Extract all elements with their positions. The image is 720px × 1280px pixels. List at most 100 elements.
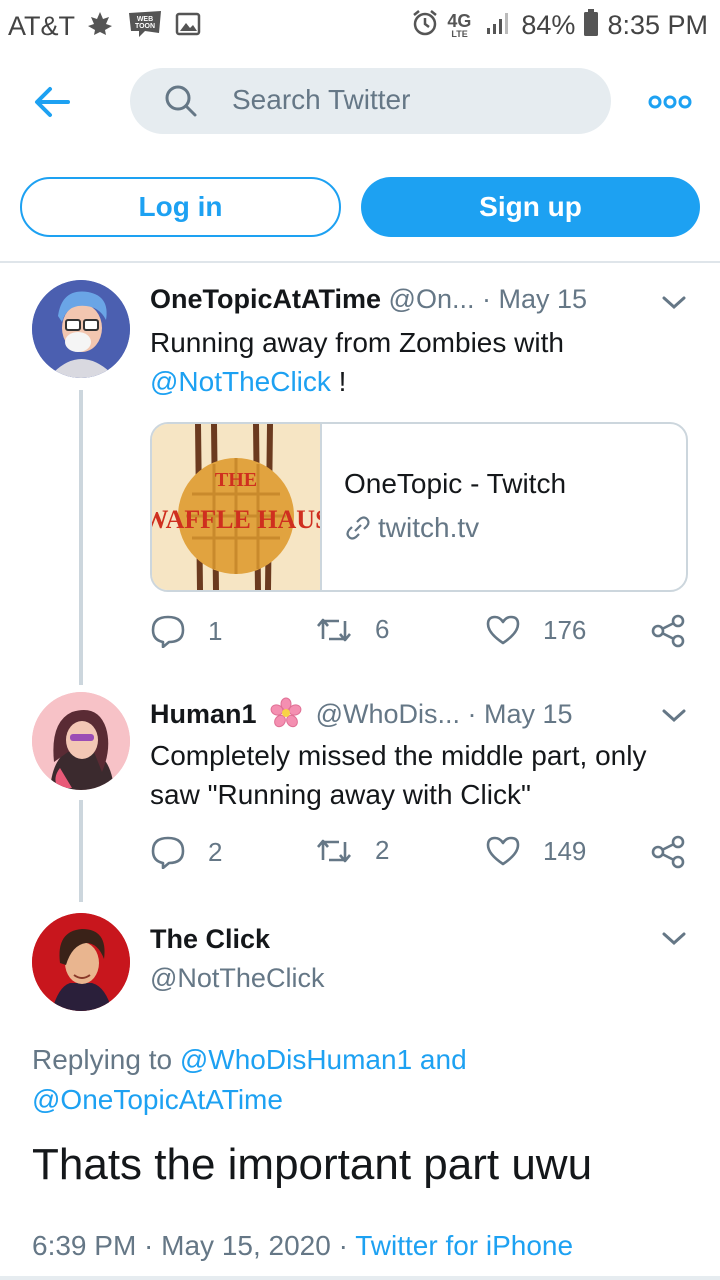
signup-button[interactable]: Sign up xyxy=(361,177,700,237)
more-options-button[interactable] xyxy=(648,88,692,116)
tweet-text-part: Running away from Zombies with xyxy=(150,327,564,358)
search-icon xyxy=(164,84,198,123)
heart-icon xyxy=(486,615,520,645)
handle[interactable]: @On... xyxy=(389,284,475,314)
replying-and: and xyxy=(412,1044,467,1075)
retweet-count: 2 xyxy=(375,835,390,865)
dot-separator: · xyxy=(482,284,499,314)
handle[interactable]: @WhoDis... xyxy=(316,699,460,729)
tweet-text-part: ! xyxy=(330,366,347,397)
like-count: 149 xyxy=(543,835,587,866)
link-icon xyxy=(346,516,370,540)
mention-link[interactable]: @WhoDisHuman1 xyxy=(180,1044,412,1075)
tweet-actions: 1 6 176 xyxy=(150,614,695,650)
card-title: OneTopic - Twitch xyxy=(344,468,567,499)
handle[interactable]: @NotTheClick xyxy=(150,963,324,993)
like-button[interactable]: 149 xyxy=(485,835,586,867)
status-right: 4G LTE 84% 8:35 PM xyxy=(411,9,708,42)
mention-link[interactable]: @NotTheClick xyxy=(150,366,331,397)
timestamp: 6:39 PM · May 15, 2020 · xyxy=(32,1230,356,1261)
share-icon xyxy=(651,614,685,648)
status-bar: AT&T WEB TOON 4G LTE 84% 8:35 PM xyxy=(0,0,720,50)
tweet-header: Human1 @WhoDis... · May 15 xyxy=(150,697,573,736)
like-button[interactable]: 176 xyxy=(485,614,586,646)
svg-text:WEB: WEB xyxy=(137,16,153,23)
carrier-label: AT&T xyxy=(8,11,75,41)
maple-leaf-icon xyxy=(85,10,115,43)
card-url-text: twitch.tv xyxy=(378,512,480,543)
avatar[interactable] xyxy=(32,280,130,378)
tweet-header: OneTopicAtATime @On... · May 15 xyxy=(150,284,587,315)
avatar[interactable] xyxy=(32,692,130,790)
reply-count: 2 xyxy=(208,836,223,867)
arrow-left-icon xyxy=(35,87,70,117)
share-button[interactable] xyxy=(650,614,686,648)
back-button[interactable] xyxy=(30,80,74,124)
display-name[interactable]: OneTopicAtATime xyxy=(150,284,381,314)
focused-tweet-text: Thats the important part uwu xyxy=(32,1140,593,1189)
retweet-icon xyxy=(317,618,351,641)
card-url: twitch.tv xyxy=(344,512,479,544)
card-image-text-bottom: WAFFLE HAUS xyxy=(152,505,320,534)
signal-icon xyxy=(485,10,513,41)
gallery-icon xyxy=(175,11,201,42)
source-link[interactable]: Twitter for iPhone xyxy=(355,1230,573,1261)
auth-bar: Log in Sign up xyxy=(0,175,720,241)
tweet-menu-button[interactable] xyxy=(660,705,688,725)
battery-icon xyxy=(583,9,599,42)
battery-percent: 84% xyxy=(521,10,576,40)
chevron-down-icon xyxy=(662,932,686,946)
tweet-text: Running away from Zombies with @NotTheCl… xyxy=(150,323,695,401)
alarm-icon xyxy=(411,9,439,42)
heart-icon xyxy=(486,836,520,866)
login-button[interactable]: Log in xyxy=(20,177,341,237)
tweet-menu-button[interactable] xyxy=(660,292,688,312)
more-icon xyxy=(648,95,692,109)
chevron-down-icon xyxy=(662,709,686,723)
tweet-date[interactable]: May 15 xyxy=(484,699,573,729)
avatar[interactable] xyxy=(32,913,130,1011)
retweet-icon xyxy=(317,839,351,862)
tweet-timestamp: 6:39 PM · May 15, 2020 · Twitter for iPh… xyxy=(32,1230,573,1262)
retweet-button[interactable]: 6 xyxy=(315,614,389,645)
status-left: AT&T WEB TOON xyxy=(8,9,201,44)
display-name[interactable]: Human1 xyxy=(150,699,257,729)
tweet-text: Completely missed the middle part, only … xyxy=(150,740,647,810)
tweet-date[interactable]: May 15 xyxy=(499,284,588,314)
network-sub-label: LTE xyxy=(451,28,468,39)
tweet-handle-line: @NotTheClick xyxy=(150,963,324,994)
reply-icon xyxy=(151,836,185,869)
top-bar: Search Twitter xyxy=(0,50,720,155)
divider xyxy=(0,261,720,263)
share-icon xyxy=(651,835,685,869)
like-count: 176 xyxy=(543,614,587,645)
tweet-header: The Click xyxy=(150,924,270,955)
display-name[interactable]: The Click xyxy=(150,924,270,954)
reply-icon xyxy=(151,615,185,648)
reply-button[interactable]: 1 xyxy=(150,614,222,648)
webtoon-icon: WEB TOON xyxy=(125,9,165,44)
svg-text:TOON: TOON xyxy=(135,23,155,30)
retweet-count: 6 xyxy=(375,614,390,644)
retweet-button[interactable]: 2 xyxy=(315,835,389,866)
search-placeholder: Search Twitter xyxy=(232,84,411,115)
divider xyxy=(0,1276,720,1280)
dot-separator: · xyxy=(467,699,485,729)
link-card[interactable]: THE WAFFLE HAUS OneTopic - Twitch twitch… xyxy=(150,422,688,592)
reply-count: 1 xyxy=(208,615,223,646)
card-image-text-top: THE xyxy=(215,469,257,491)
chevron-down-icon xyxy=(662,296,686,310)
thread-line xyxy=(79,390,83,685)
replying-to: Replying to @WhoDisHuman1 and @OneTopicA… xyxy=(32,1040,692,1120)
flower-icon xyxy=(270,697,302,736)
search-input[interactable]: Search Twitter xyxy=(130,68,611,134)
reply-button[interactable]: 2 xyxy=(150,835,222,869)
thread-line xyxy=(79,800,83,902)
tweet-actions: 2 2 149 xyxy=(150,835,695,871)
clock: 8:35 PM xyxy=(607,10,708,40)
mention-link[interactable]: @OneTopicAtATime xyxy=(32,1084,283,1115)
share-button[interactable] xyxy=(650,835,686,869)
tweet-menu-button[interactable] xyxy=(660,928,688,948)
replying-prefix: Replying to xyxy=(32,1044,180,1075)
card-thumbnail: THE WAFFLE HAUS xyxy=(152,424,330,590)
